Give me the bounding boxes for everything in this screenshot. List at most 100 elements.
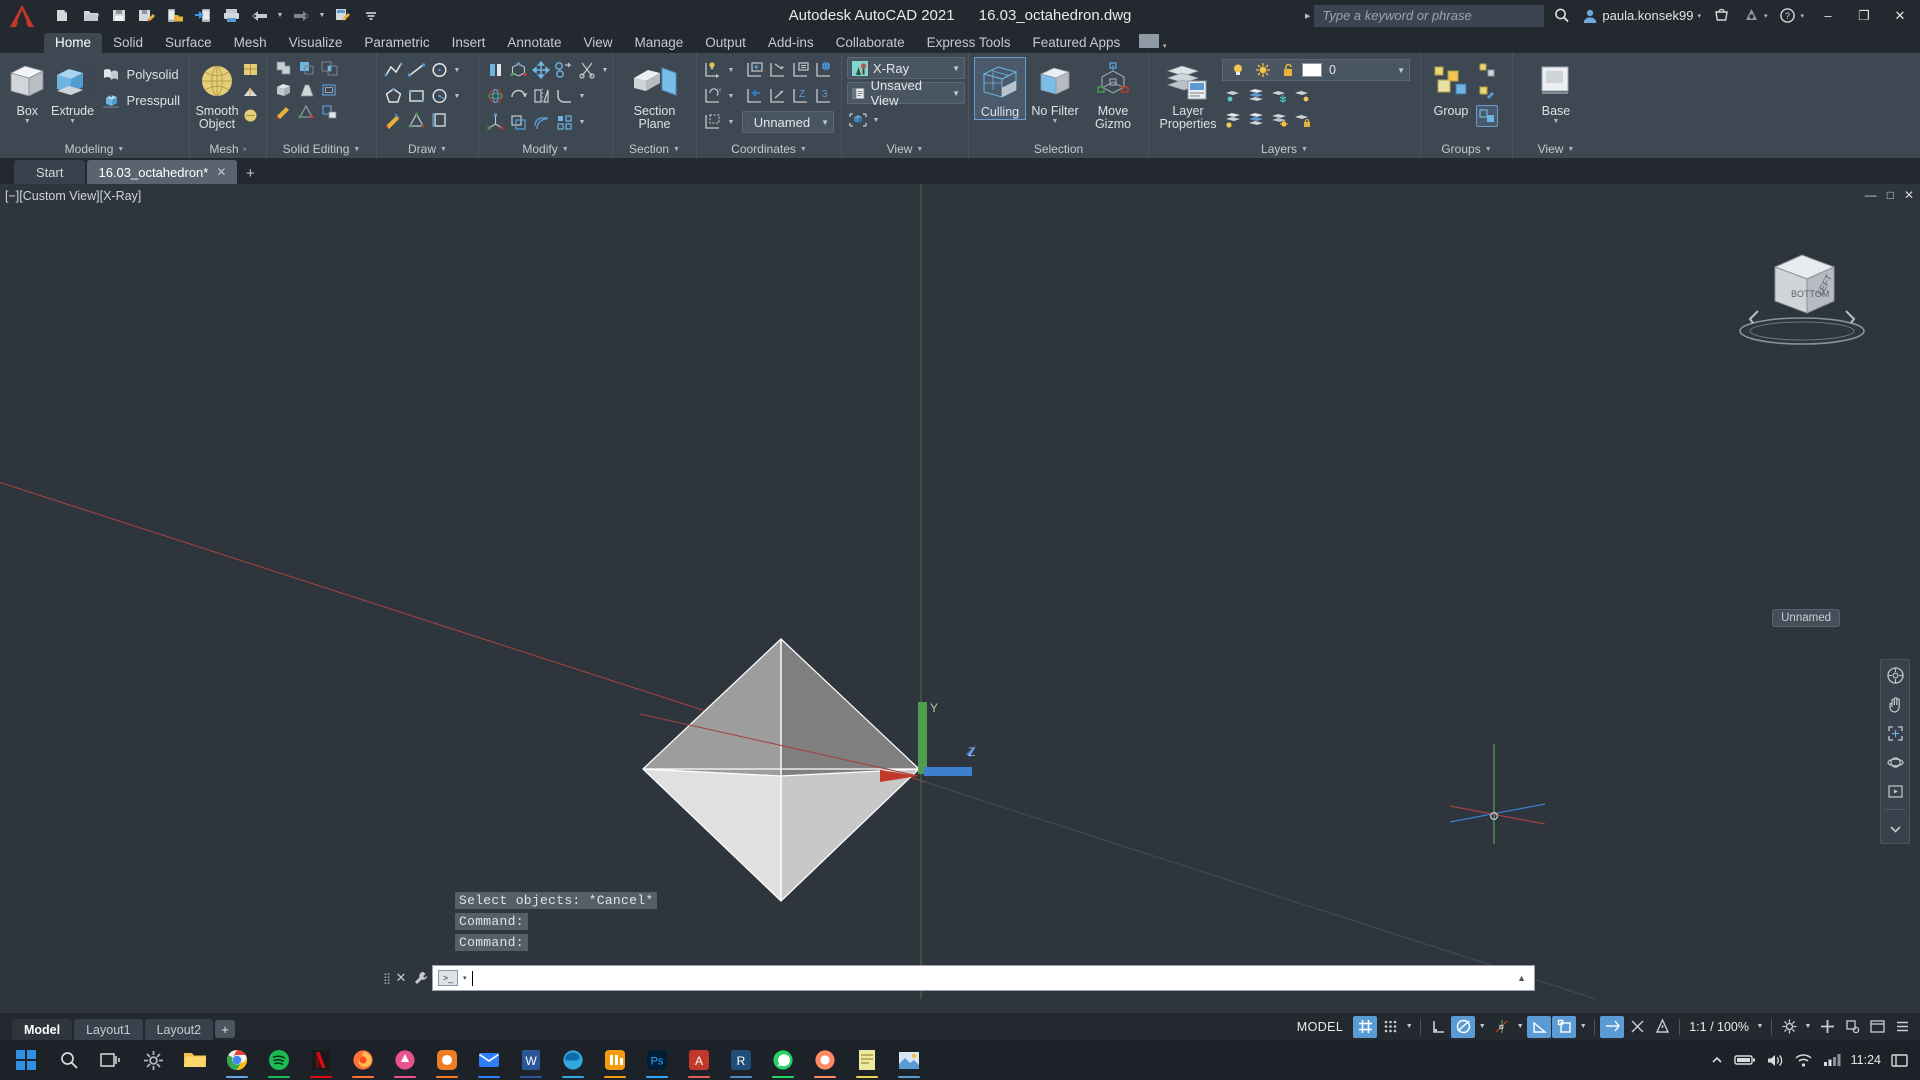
- polysolid-button[interactable]: Polysolid: [96, 62, 184, 87]
- app-orange-icon[interactable]: [426, 1040, 468, 1080]
- fullnav-wheel-icon[interactable]: [1884, 664, 1906, 686]
- panel-label-view[interactable]: View ▼: [842, 140, 968, 158]
- osnap-track-chevron-down-icon[interactable]: ▼: [1514, 1016, 1526, 1038]
- tab-collaborate[interactable]: Collaborate: [825, 33, 916, 53]
- layer-control-combo[interactable]: 0 ▼: [1222, 59, 1410, 81]
- layer-unlock-icon[interactable]: [1268, 109, 1290, 131]
- workspace-chevron-down-icon[interactable]: ▼: [1802, 1016, 1814, 1038]
- copy-icon[interactable]: [507, 111, 529, 133]
- new-file-icon[interactable]: [50, 3, 76, 29]
- trim-dropdown-icon[interactable]: ▼: [599, 57, 611, 83]
- app-pink-icon[interactable]: [384, 1040, 426, 1080]
- tab-insert[interactable]: Insert: [441, 33, 497, 53]
- help-menu[interactable]: ? ▾: [1775, 3, 1808, 29]
- named-view-combo[interactable]: Unsaved View ▼: [847, 78, 965, 108]
- layer-lock-icon[interactable]: [1291, 109, 1313, 131]
- move-icon[interactable]: [530, 59, 552, 81]
- whatsapp-icon[interactable]: [762, 1040, 804, 1080]
- revit-icon[interactable]: R: [720, 1040, 762, 1080]
- spotify-icon[interactable]: [258, 1040, 300, 1080]
- ucs-icon[interactable]: [702, 59, 724, 81]
- ucs-named-combo[interactable]: Unnamed ▼: [742, 111, 834, 133]
- solid-color-edges-icon[interactable]: [272, 101, 294, 123]
- tab-manage[interactable]: Manage: [624, 33, 695, 53]
- tab-output[interactable]: Output: [694, 33, 757, 53]
- ucs-z-axis-vector-icon[interactable]: [767, 85, 789, 107]
- ucs-origin-icon[interactable]: [790, 59, 812, 81]
- polar-settings-chevron-down-icon[interactable]: ▼: [1476, 1016, 1488, 1038]
- imprint-icon[interactable]: [295, 101, 317, 123]
- circle-icon[interactable]: [428, 59, 450, 81]
- culling-button[interactable]: Culling: [974, 57, 1026, 120]
- command-line-close-icon[interactable]: ✕: [392, 967, 410, 989]
- base-view-dropdown-icon[interactable]: ▼: [1553, 118, 1560, 126]
- command-history-chevron-down-icon[interactable]: ▾: [463, 974, 467, 982]
- network-icon[interactable]: [1823, 1053, 1841, 1067]
- showmotion-icon[interactable]: [1884, 780, 1906, 802]
- tab-annotate[interactable]: Annotate: [496, 33, 572, 53]
- solid-union-icon[interactable]: [272, 57, 294, 79]
- layer-off-icon[interactable]: [1291, 84, 1313, 106]
- redo-icon[interactable]: [288, 3, 314, 29]
- panel-view-chevron-down-icon[interactable]: ▼: [916, 146, 923, 153]
- pan-hand-icon[interactable]: [1884, 693, 1906, 715]
- layer-turn-all-on-icon[interactable]: [1222, 109, 1244, 131]
- polygon-icon[interactable]: [382, 85, 404, 107]
- panel-modeling-chevron-down-icon[interactable]: ▼: [117, 146, 124, 153]
- panel-view-base-chevron-down-icon[interactable]: ▼: [1567, 146, 1574, 153]
- model-paper-space-toggle[interactable]: MODEL: [1288, 1020, 1352, 1034]
- box-dropdown-icon[interactable]: ▼: [24, 118, 31, 126]
- account-chevron-down-icon[interactable]: ▾: [1697, 12, 1701, 20]
- annotation-scale-value[interactable]: 1:1 / 100%: [1685, 1020, 1753, 1034]
- tab-view[interactable]: View: [572, 33, 623, 53]
- command-line-grip[interactable]: ⣿: [380, 967, 392, 989]
- snap-mode-toggle[interactable]: [1378, 1016, 1402, 1038]
- viewport-close-icon[interactable]: ✕: [1904, 188, 1914, 202]
- tab-addins[interactable]: Add-ins: [757, 33, 825, 53]
- 3d-rotate-icon[interactable]: [484, 85, 506, 107]
- search-icon[interactable]: [1548, 3, 1574, 29]
- panel-label-coordinates[interactable]: Coordinates ▼: [697, 140, 841, 158]
- 3d-osnap-chevron-down-icon[interactable]: ▼: [1577, 1016, 1589, 1038]
- rectangle-icon[interactable]: [405, 85, 427, 107]
- panel-label-modeling[interactable]: Modeling ▼: [0, 140, 189, 158]
- navbar-options-icon[interactable]: [1884, 817, 1906, 839]
- section-plane-button[interactable]: Section Plane: [620, 57, 690, 131]
- 3d-scale-icon[interactable]: [484, 111, 506, 133]
- fillet-dropdown-icon[interactable]: ▼: [576, 83, 588, 109]
- undo-icon[interactable]: [246, 3, 272, 29]
- hatch-icon[interactable]: [382, 109, 404, 131]
- offset-icon[interactable]: [530, 111, 552, 133]
- save-to-web-icon[interactable]: [190, 3, 216, 29]
- autodesk-services-menu[interactable]: ▾: [1739, 3, 1772, 29]
- layer-thaw-all-icon[interactable]: [1245, 109, 1267, 131]
- wifi-icon[interactable]: [1794, 1053, 1813, 1068]
- notifications-icon[interactable]: [1891, 1053, 1908, 1068]
- zoom-extents-icon[interactable]: [1884, 722, 1906, 744]
- polar-tracking-toggle[interactable]: [1451, 1015, 1476, 1038]
- no-filter-dropdown-icon[interactable]: ▼: [1052, 118, 1059, 126]
- tab-surface[interactable]: Surface: [154, 33, 223, 53]
- layout-tab-layout2[interactable]: Layout2: [144, 1019, 214, 1040]
- panel-section-chevron-down-icon[interactable]: ▼: [673, 146, 680, 153]
- fl-studio-icon[interactable]: [594, 1040, 636, 1080]
- panel-groups-chevron-down-icon[interactable]: ▼: [1485, 146, 1492, 153]
- object-snap-toggle[interactable]: [1527, 1015, 1552, 1038]
- presspull-button[interactable]: Presspull: [96, 88, 184, 113]
- ucs-3-point-icon[interactable]: 3: [813, 85, 835, 107]
- arc-icon[interactable]: [428, 85, 450, 107]
- dynamic-ucs-toggle[interactable]: [1625, 1016, 1649, 1038]
- panel-draw-chevron-down-icon[interactable]: ▼: [440, 146, 447, 153]
- viewport-configuration-icon[interactable]: [847, 109, 869, 131]
- start-button[interactable]: [4, 1040, 48, 1080]
- workspace-switching-icon[interactable]: [1777, 1016, 1801, 1038]
- array-dropdown-icon[interactable]: ▼: [576, 109, 588, 135]
- account-menu[interactable]: paula.konsek99 ▾: [1578, 3, 1705, 29]
- app-doc-icon[interactable]: [846, 1040, 888, 1080]
- autocad-logo-icon[interactable]: [0, 0, 44, 31]
- 3d-move-gizmo-icon[interactable]: [507, 59, 529, 81]
- search-icon[interactable]: [48, 1040, 90, 1080]
- mesh-convert-icon[interactable]: [239, 104, 261, 126]
- visual-style-chevron-down-icon[interactable]: ▼: [946, 64, 960, 73]
- ucs-named-icon[interactable]: [744, 59, 766, 81]
